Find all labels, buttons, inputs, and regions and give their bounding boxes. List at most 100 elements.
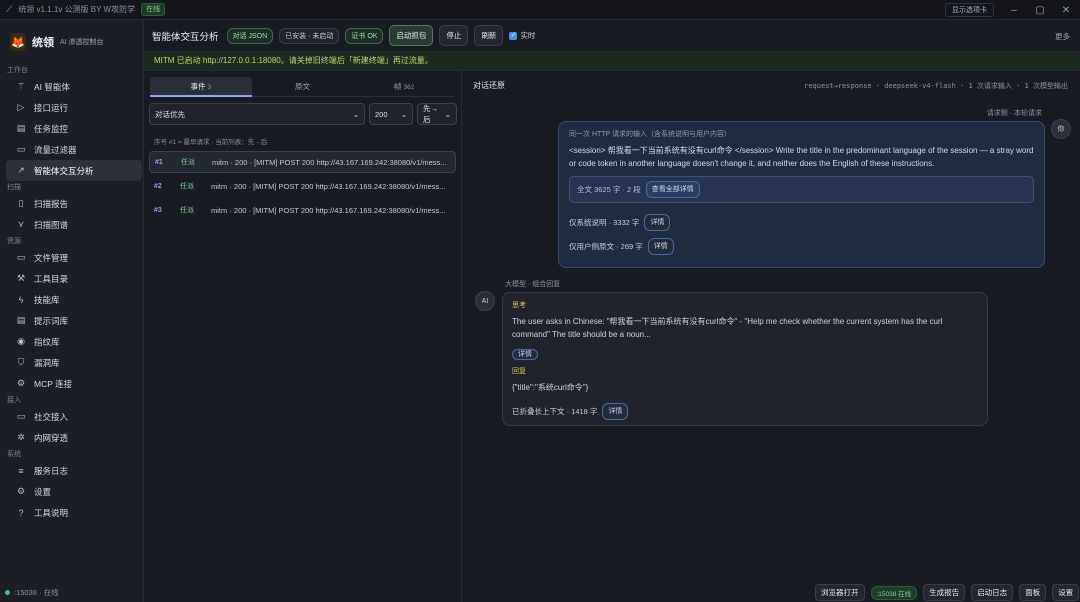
close-icon[interactable]: ✕ <box>1060 5 1072 16</box>
sidebar-item-settings[interactable]: ⚙ 设置 <box>6 481 142 502</box>
document-icon: ▯ <box>18 198 24 208</box>
sidebar-item-scan-report[interactable]: ▯ 扫描报告 <box>6 193 142 214</box>
sidebar-item-fingerprint[interactable]: ◉ 指纹库 <box>6 331 142 352</box>
list-item[interactable]: #1 任派 mitm · 200 · [MITM] POST 200 http://… <box>149 151 456 173</box>
chat-icon: ▭ <box>16 411 26 421</box>
sidebar-item-tunnel[interactable]: ✲ 内网穿透 <box>6 427 142 448</box>
settings-button[interactable]: 设置 <box>1052 584 1080 601</box>
user-detail-button[interactable]: 详情 <box>647 238 674 255</box>
status-select-value: 200 <box>375 109 388 119</box>
generate-report-button[interactable]: 生成报告 <box>923 584 966 601</box>
sidebar-item-agent-analysis[interactable]: ↗ 智能体交互分析 <box>6 160 142 181</box>
answer-title: 回复 <box>512 368 526 375</box>
list-item[interactable]: #3 任派 mitm · 200 · [MITM] POST 200 http://… <box>149 199 456 221</box>
sidebar-item-ai-agent[interactable]: ⚚ AI 智能体 <box>6 76 142 97</box>
chevron-down-icon: ⌄ <box>400 109 407 119</box>
bolt-icon: ϟ <box>18 294 24 305</box>
panel-button[interactable]: 面板 <box>1019 584 1047 601</box>
sidebar-item-label: 社交接入 <box>34 411 69 422</box>
sidebar-item-label: 提示词库 <box>34 315 69 326</box>
list-item[interactable]: #2 任派 mitm · 200 · [MITM] POST 200 http://… <box>149 175 456 197</box>
event-list: #1 任派 mitm · 200 · [MITM] POST 200 http://… <box>144 151 461 221</box>
sidebar-item-files[interactable]: ▭ 文件管理 <box>6 247 142 268</box>
sidebar-item-task-monitor[interactable]: ▤ 任务监控 <box>6 118 142 139</box>
sidebar-item-tools[interactable]: ⚒ 工具目录 <box>6 268 142 289</box>
gear-icon: ⚙ <box>16 378 26 388</box>
sidebar-item-traffic-filter[interactable]: ▭ 流量过滤器 <box>6 139 142 160</box>
tab-events[interactable]: 事件 3 <box>150 77 252 97</box>
list-icon: ≡ <box>18 465 24 476</box>
nav-group-resources: 资源 <box>7 238 21 245</box>
event-tabs: 事件 3 原文 帧 362 <box>150 77 456 97</box>
maximize-icon[interactable]: ▢ <box>1034 5 1046 16</box>
pin-icon: ◉ <box>17 336 25 346</box>
sidebar-item-scan-graph[interactable]: ⋎ 扫描图谱 <box>6 214 142 235</box>
nav-group-scan: 扫描 <box>7 184 21 191</box>
sidebar-item-label: 流量过滤器 <box>34 144 77 155</box>
show-tabs-button[interactable]: 显示选项卡 <box>945 3 994 17</box>
tab-count: 3 <box>207 84 212 91</box>
response-card: 思考 The user asks in Chinese: "帮我看一下当前系统有… <box>502 292 988 426</box>
status-select[interactable]: 200 ⌄ <box>369 103 413 125</box>
sidebar-item-social[interactable]: ▭ 社交接入 <box>6 406 142 427</box>
request-label: 请求侧 · 本轮请求 <box>986 110 1042 117</box>
book-icon: ▤ <box>16 315 26 325</box>
event-list-pane: 事件 3 原文 帧 362 对话优先 ⌄ 200 ⌄ 先→后 ⌄ 序号 #1 = 最早… <box>144 71 462 602</box>
user-text-row: 仅用户侧原文 · 269 字 详情 <box>569 238 1034 255</box>
folded-detail-button[interactable]: 详情 <box>602 403 629 420</box>
sidebar-item-label: 扫描报告 <box>34 198 69 209</box>
sidebar-item-vulns[interactable]: ⛉ 漏洞库 <box>6 352 142 373</box>
graph-icon: ⋎ <box>17 219 25 229</box>
view-all-details-button[interactable]: 查看全部详情 <box>645 181 700 198</box>
system-prompt-row: 仅系统说明 · 3332 字 详情 <box>569 214 1034 231</box>
sidebar-item-label: 智能体交互分析 <box>34 165 94 176</box>
status-dot-icon <box>5 590 10 595</box>
order-select[interactable]: 先→后 ⌄ <box>417 103 457 125</box>
tab-label: 帧 <box>393 82 402 91</box>
sidebar-item-label: 工具目录 <box>34 273 69 284</box>
agent-icon: ⚚ <box>16 81 26 91</box>
sidebar-item-label: 任务监控 <box>34 123 69 134</box>
sidebar-item-label: MCP 连接 <box>34 378 73 389</box>
status-badge: 在线 <box>141 3 166 16</box>
sidebar-item-skills[interactable]: ϟ 技能库 <box>6 289 142 310</box>
sidebar-item-help[interactable]: ? 工具说明 <box>6 502 142 523</box>
mode-select[interactable]: 对话优先 ⌄ <box>149 103 365 125</box>
sidebar-item-label: 内网穿透 <box>34 432 69 443</box>
more-button[interactable]: 更多 <box>1055 31 1070 42</box>
sidebar-item-api-run[interactable]: ▷ 接口运行 <box>6 97 142 118</box>
folded-context-row: 已折叠长上下文 · 1418 字 详情 <box>512 403 978 420</box>
sidebar-item-label: AI 智能体 <box>34 81 70 92</box>
tab-raw[interactable]: 原文 <box>251 77 354 97</box>
event-text: mitm · 200 · [MITM] POST 200 http://43.1… <box>212 157 447 167</box>
event-text: mitm · 200 · [MITM] POST 200 http://43.1… <box>211 181 446 191</box>
tab-label: 事件 <box>190 82 206 91</box>
realtime-checkbox[interactable]: ✓ 实时 <box>509 30 535 41</box>
open-browser-button[interactable]: 浏览器打开 <box>815 584 865 601</box>
tab-frames[interactable]: 帧 362 <box>353 77 456 97</box>
shield-icon: ⛉ <box>17 357 25 367</box>
system-detail-button[interactable]: 详情 <box>644 214 671 231</box>
brand-logo-icon: 🦊 <box>10 33 26 51</box>
startup-log-button[interactable]: 启动日志 <box>971 584 1014 601</box>
sidebar-item-logs[interactable]: ≡ 服务日志 <box>6 460 142 481</box>
app-logo-icon: ⟋ <box>6 4 13 14</box>
refresh-button[interactable]: 刷新 <box>474 25 504 46</box>
sidebar-item-label: 漏洞库 <box>34 357 60 368</box>
brand: 🦊 统领 AI 渗透控制台 <box>0 20 143 64</box>
request-card-body: <session> 帮我看一下当前系统有没有curl命令 </session> … <box>569 146 1034 168</box>
chart-icon: ↗ <box>17 165 25 175</box>
event-tag: 任派 <box>180 183 194 190</box>
sidebar-item-prompts[interactable]: ▤ 提示词库 <box>6 310 142 331</box>
think-detail-button[interactable]: 详情 <box>512 349 538 360</box>
sidebar-item-mcp[interactable]: ⚙ MCP 连接 <box>6 373 142 394</box>
mode-select-value: 对话优先 <box>155 109 185 119</box>
stop-button[interactable]: 停止 <box>439 25 469 46</box>
event-tag: 任派 <box>181 159 195 166</box>
install-status-badge: 已安装 · 未启动 <box>279 27 340 44</box>
chevron-down-icon: ⌄ <box>444 109 451 119</box>
minimize-icon[interactable]: – <box>1008 5 1020 16</box>
conversation-pane: 对话还原 request→response · deepseek-v4-flas… <box>463 71 1080 602</box>
answer-body: {"title":"系统curl命令"} <box>512 383 589 392</box>
start-capture-button[interactable]: 启动抓包 <box>389 25 434 46</box>
